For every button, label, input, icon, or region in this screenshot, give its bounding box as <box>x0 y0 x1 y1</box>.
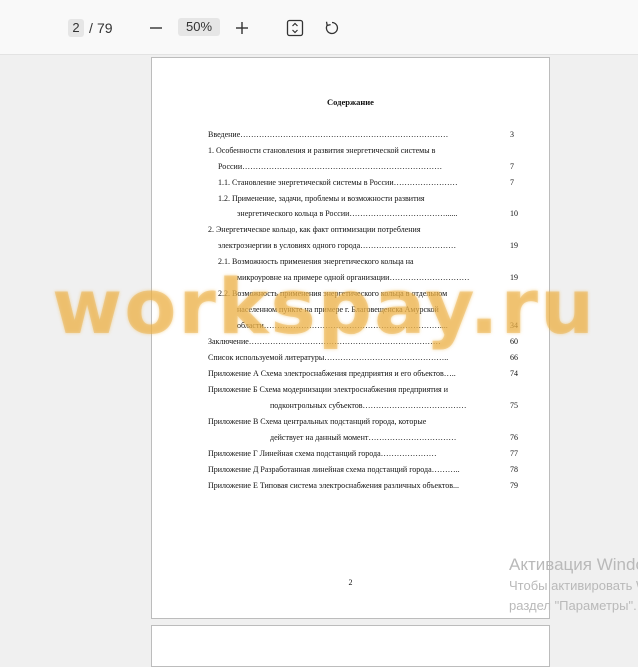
toc-page: 66 <box>510 353 518 362</box>
minus-icon <box>150 27 162 29</box>
toc-entry: энергетического кольца в России………………………… <box>237 209 458 218</box>
toc-page: 10 <box>510 209 518 218</box>
toc-entry: 2.2. Возможность применения энергетическ… <box>218 289 448 298</box>
fit-page-button[interactable] <box>284 17 306 39</box>
toc-entry: Список используемой литературы…………………………… <box>208 353 449 362</box>
toc-entry: области………………………………………………………….... <box>237 321 448 330</box>
next-page <box>151 625 550 667</box>
toc-entry: Приложение Б Схема модернизации электрос… <box>208 385 448 394</box>
toc-entry: Приложение В Схема центральных подстанци… <box>208 417 427 426</box>
toc-entry: 2.1. Возможность применения энергетическ… <box>218 257 414 266</box>
toc-page: 7 <box>510 162 514 171</box>
toc-entry: 1.2. Применение, задачи, проблемы и возм… <box>218 194 425 203</box>
toc-page: 34 <box>510 321 518 330</box>
toc-entry: Приложение А Схема электроснабжения пред… <box>208 369 456 378</box>
rotate-icon <box>325 21 339 35</box>
toc-entry: 1. Особенности становления и развития эн… <box>208 146 436 155</box>
toc-entry: микроуровне на примере одной организации… <box>237 273 470 282</box>
toc-entry: электроэнергии в условиях одного города…… <box>218 241 457 250</box>
toc-entry: Введение…………………………………………………………………… <box>208 130 449 139</box>
toc-page: 60 <box>510 337 518 346</box>
toc-entry: населенном пункте на примере г. Благовещ… <box>237 305 439 314</box>
zoom-level[interactable]: 50% <box>178 18 220 36</box>
toc-entry: Приложение Д Разработанная линейная схем… <box>208 465 460 474</box>
toc-page: 19 <box>510 273 518 282</box>
toc-page: 79 <box>510 481 518 490</box>
toc-entry: 1.1. Становление энергетической системы … <box>218 178 458 187</box>
toc-page: 77 <box>510 449 518 458</box>
toc-entry: Заключение……………………………………………………………… <box>208 337 441 346</box>
toc-entry: 2. Энергетическое кольцо, как факт оптим… <box>208 225 421 234</box>
toc-page: 78 <box>510 465 518 474</box>
toc-page: 76 <box>510 433 518 442</box>
windows-activation-notice: Активация Windows Чтобы активировать Win… <box>509 554 638 616</box>
activation-line: Чтобы активировать Windows, перейдите в <box>509 578 638 593</box>
toc-page: 3 <box>510 130 514 139</box>
toc-entry: действует на данный момент…………………………… <box>270 433 457 442</box>
toc-page: 74 <box>510 369 518 378</box>
toc-page: 75 <box>510 401 518 410</box>
zoom-out-button[interactable] <box>145 17 167 39</box>
page-number-input[interactable]: 2 <box>68 19 84 37</box>
toc-entry: подконтрольных субъектов………………………………… <box>270 401 467 410</box>
activation-title: Активация Windows <box>509 555 638 574</box>
page-number: 2 <box>348 578 353 587</box>
rotate-button[interactable] <box>321 17 343 39</box>
toc-page: 19 <box>510 241 518 250</box>
activation-line: раздел "Параметры". <box>509 598 637 613</box>
zoom-in-button[interactable] <box>231 17 253 39</box>
page-separator: / <box>89 20 93 36</box>
pdf-toolbar: 2 / 79 50% <box>0 0 638 55</box>
plus-icon <box>236 22 248 34</box>
page-total: 79 <box>97 20 113 36</box>
toc-title: Содержание <box>327 97 374 107</box>
fit-page-icon <box>286 19 304 37</box>
toc-entry: Приложение Е Типовая система электроснаб… <box>208 481 460 490</box>
document-page: Содержание Введение………………………………………………………… <box>151 57 550 619</box>
toc-page: 7 <box>510 178 514 187</box>
toc-entry: России………………………………………………………………… <box>218 162 443 171</box>
toc-entry: Приложение Г Линейная схема подстанций г… <box>208 449 437 458</box>
